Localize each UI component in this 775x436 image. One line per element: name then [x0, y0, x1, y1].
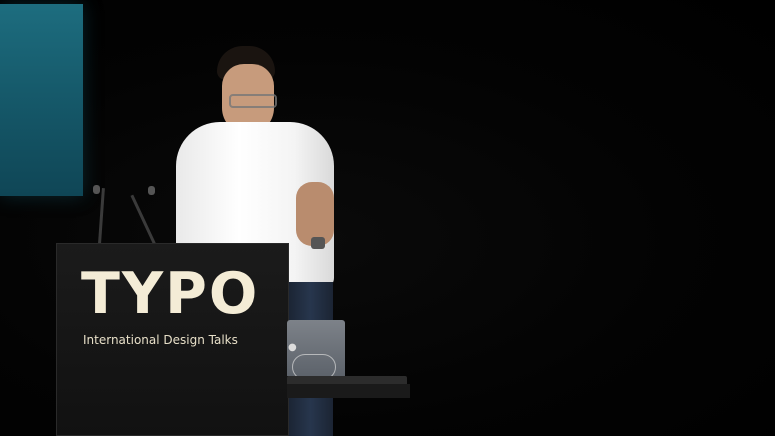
typo-logo: TYPO	[81, 261, 260, 327]
stage-photo: TYPO International Design Talks ●	[0, 0, 775, 436]
speaker-glasses	[229, 94, 277, 108]
watch	[311, 237, 325, 249]
speaker-table	[287, 384, 410, 398]
apple-icon: ●	[288, 342, 297, 353]
podium-subtitle: International Design Talks	[83, 333, 238, 347]
